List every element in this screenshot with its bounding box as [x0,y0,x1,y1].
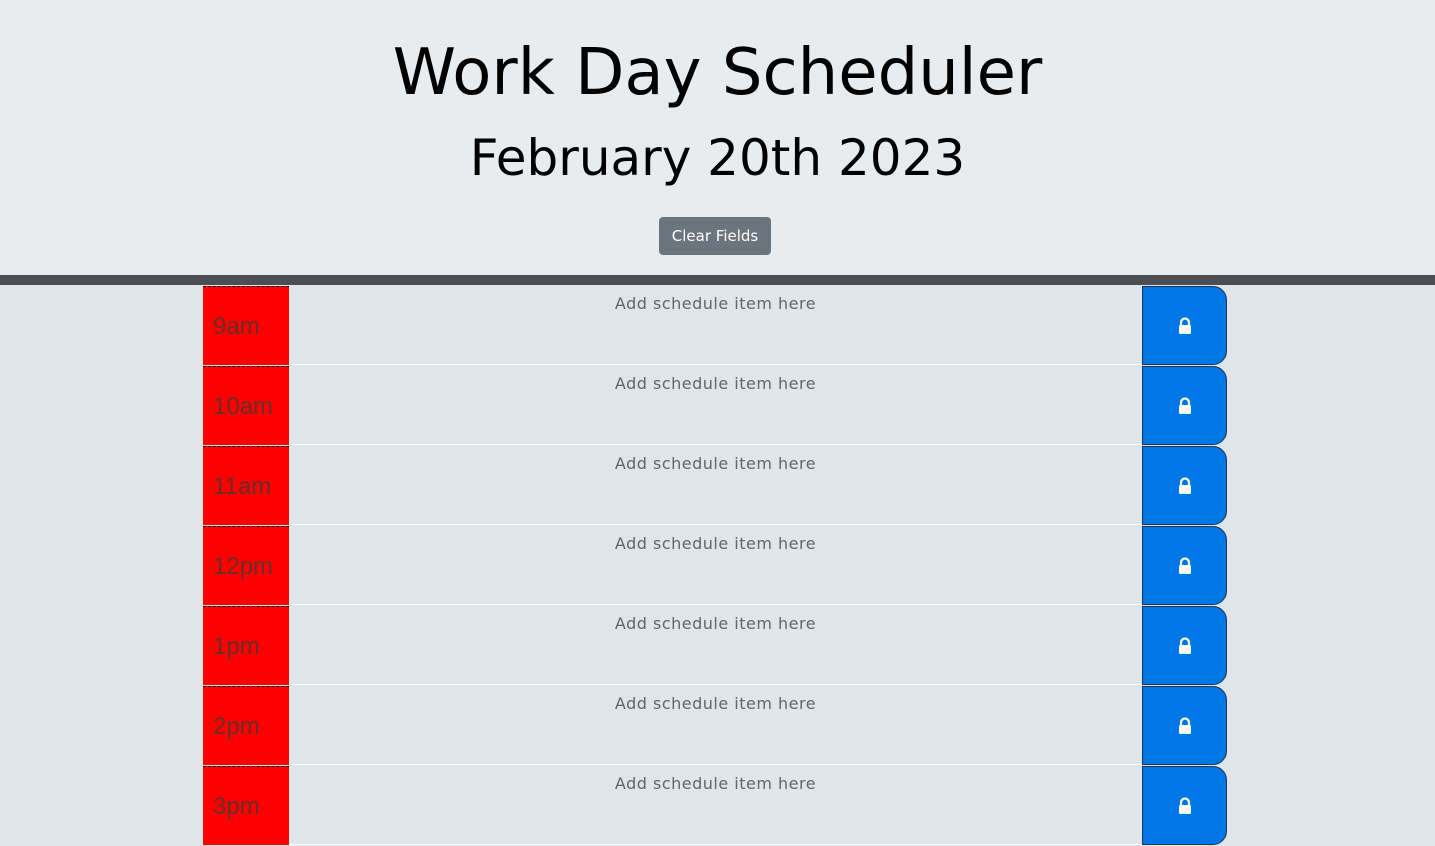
time-block-1pm: 1pm [203,606,1227,686]
hour-label: 10am [203,366,289,445]
save-button[interactable] [1142,446,1227,525]
hour-label: 3pm [203,766,289,845]
save-button[interactable] [1142,366,1227,445]
time-block-11am: 11am [203,446,1227,526]
lock-icon [1178,556,1191,574]
lock-icon [1178,796,1191,814]
schedule-input[interactable] [289,686,1142,765]
lock-icon [1178,636,1191,654]
schedule-input[interactable] [289,366,1142,445]
page-header: Work Day Scheduler February 20th 2023 Cl… [0,0,1435,275]
page-title: Work Day Scheduler [392,36,1043,110]
schedule-input[interactable] [289,446,1142,525]
lock-icon [1178,476,1191,494]
clear-fields-button[interactable]: Clear Fields [659,217,771,255]
time-block-2pm: 2pm [203,686,1227,766]
save-button[interactable] [1142,286,1227,365]
current-date: February 20th 2023 [469,129,966,187]
schedule-input[interactable] [289,526,1142,605]
save-button[interactable] [1142,526,1227,605]
time-block-3pm: 3pm [203,766,1227,846]
save-button[interactable] [1142,686,1227,765]
lock-icon [1178,316,1191,334]
lock-icon [1178,396,1191,414]
hour-label: 1pm [203,606,289,685]
save-button[interactable] [1142,606,1227,685]
lock-icon [1178,716,1191,734]
hour-label: 12pm [203,526,289,605]
header-divider [0,275,1435,285]
time-block-9am: 9am [203,286,1227,366]
schedule-input[interactable] [289,766,1142,845]
schedule-input[interactable] [289,286,1142,365]
schedule-container: 9am 10am 11am 12pm 1pm 2pm [203,286,1227,846]
time-block-12pm: 12pm [203,526,1227,606]
hour-label: 11am [203,446,289,525]
schedule-input[interactable] [289,606,1142,685]
hour-label: 9am [203,286,289,365]
hour-label: 2pm [203,686,289,765]
time-block-10am: 10am [203,366,1227,446]
save-button[interactable] [1142,766,1227,845]
